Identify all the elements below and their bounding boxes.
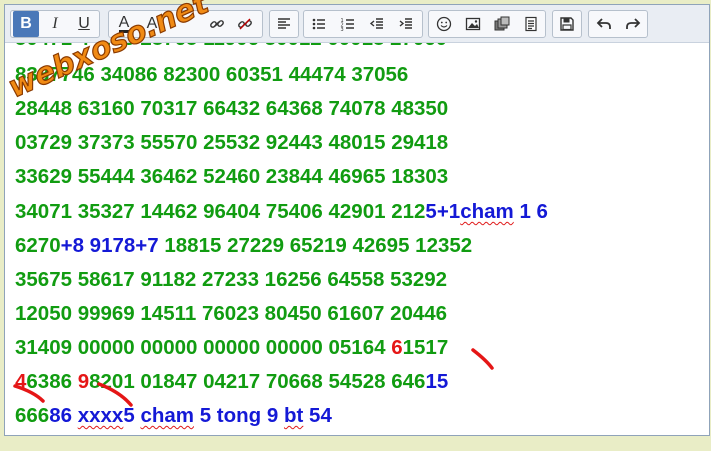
text-segment: 31409 00000 00000 00000 00000 05164 xyxy=(15,336,392,359)
align-left-icon[interactable] xyxy=(271,11,297,37)
history-group xyxy=(588,10,648,38)
svg-text:3: 3 xyxy=(341,27,344,32)
unlink-icon[interactable] xyxy=(232,11,258,37)
gallery-icon[interactable] xyxy=(489,11,515,37)
align-group xyxy=(269,10,299,38)
text-line: 28448 63160 70317 66432 64368 74078 4835… xyxy=(15,97,448,121)
text-segment: 12050 99969 14511 76023 80450 61607 2044… xyxy=(15,302,448,325)
smiley-icon[interactable] xyxy=(431,11,457,37)
insert-group xyxy=(428,10,546,38)
text-segment: 5+1 xyxy=(425,200,461,223)
numbered-list-icon[interactable]: 123 xyxy=(335,11,361,37)
text-line: 03729 37373 55570 25532 92443 48015 2941… xyxy=(15,131,448,155)
undo-icon[interactable] xyxy=(591,11,617,37)
text-segment: 15 xyxy=(425,370,449,393)
text-segment: 35675 58617 91182 27233 16256 64558 5329… xyxy=(15,268,448,291)
text-segment: 9 xyxy=(77,370,90,393)
bold-button[interactable]: B xyxy=(13,11,39,37)
text-segment: 28448 63160 70317 66432 64368 74078 4835… xyxy=(15,97,449,120)
format-group: B I U xyxy=(10,10,100,38)
text-segment: 6 xyxy=(391,336,403,359)
text-segment: 50471 44466 28765 11906 30012 00018 2706… xyxy=(15,43,447,50)
editor-content[interactable]: 50471 44466 28765 11906 30012 00018 2706… xyxy=(5,43,709,435)
text-segment: 8201 01847 04217 70668 54528 646 xyxy=(89,370,426,393)
text-segment: 1517 xyxy=(402,336,449,359)
redo-icon[interactable] xyxy=(620,11,646,37)
text-segment: 6386 xyxy=(26,370,78,393)
text-segment: xxxx xyxy=(77,404,124,427)
text-line: 50471 44466 28765 11906 30012 00018 2706… xyxy=(15,43,447,51)
font-color-button[interactable]: A xyxy=(111,11,137,37)
text-line: 66686 xxxx5 cham 5 tong 9 bt 54 xyxy=(15,404,332,428)
text-line: 8337746 34086 82300 60351 44474 37056 xyxy=(15,63,408,87)
text-line: 35675 58617 91182 27233 16256 64558 5329… xyxy=(15,268,447,292)
text-line: 31409 00000 00000 00000 00000 05164 6151… xyxy=(15,336,448,360)
text-segment: bt xyxy=(283,404,304,427)
text-segment: cham xyxy=(140,404,194,427)
font-group: A A xyxy=(108,10,263,38)
font-size-button[interactable]: A xyxy=(139,11,165,37)
rich-text-editor: B I U A A 123 8337746 34086 82300 60351 … xyxy=(4,4,710,436)
text-line: 6270+8 9178+7 18815 27229 65219 42695 12… xyxy=(15,234,472,258)
text-segment: 34071 35327 14462 96404 75406 42901 212 xyxy=(15,200,426,223)
save-group xyxy=(552,10,582,38)
text-segment: 8+7 xyxy=(123,234,159,257)
save-icon[interactable] xyxy=(554,11,580,37)
text-segment: 18815 27229 65219 42695 12352 xyxy=(158,234,473,257)
document-icon[interactable] xyxy=(518,11,544,37)
text-segment: +8 917 xyxy=(60,234,124,257)
text-segment: 83 xyxy=(15,63,38,86)
bulleted-list-icon[interactable] xyxy=(306,11,332,37)
page-background xyxy=(0,436,711,451)
text-segment: 5 tong 9 xyxy=(194,404,284,427)
image-icon[interactable] xyxy=(460,11,486,37)
italic-button[interactable]: I xyxy=(42,11,68,37)
underline-button[interactable]: U xyxy=(71,11,97,37)
text-segment: 5 xyxy=(123,404,141,427)
text-segment: 6270 xyxy=(15,234,61,257)
text-line: 12050 99969 14511 76023 80450 61607 2044… xyxy=(15,302,447,326)
indent-icon[interactable] xyxy=(393,11,419,37)
link-icon[interactable] xyxy=(204,11,230,37)
text-line: 33629 55444 36462 52460 23844 46965 1830… xyxy=(15,165,448,189)
outdent-icon[interactable] xyxy=(364,11,390,37)
text-segment: 33629 55444 36462 52460 23844 46965 1830… xyxy=(15,165,449,188)
text-segment: 1 6 xyxy=(513,200,548,223)
text-segment: 03729 37373 55570 25532 92443 48015 2941… xyxy=(15,131,449,154)
text-line: 34071 35327 14462 96404 75406 42901 2125… xyxy=(15,200,548,224)
list-group: 123 xyxy=(303,10,423,38)
text-segment: 86 xyxy=(49,404,78,427)
text-segment: cham xyxy=(460,200,514,223)
editor-toolbar: B I U A A 123 xyxy=(5,5,709,43)
text-segment: 4 xyxy=(15,370,27,393)
text-line: 46386 98201 01847 04217 70668 54528 6461… xyxy=(15,370,448,394)
text-segment: 54 xyxy=(303,404,332,427)
text-segment: 666 xyxy=(15,404,50,427)
text-segment: 37746 34086 82300 60351 44474 37056 xyxy=(37,63,409,86)
